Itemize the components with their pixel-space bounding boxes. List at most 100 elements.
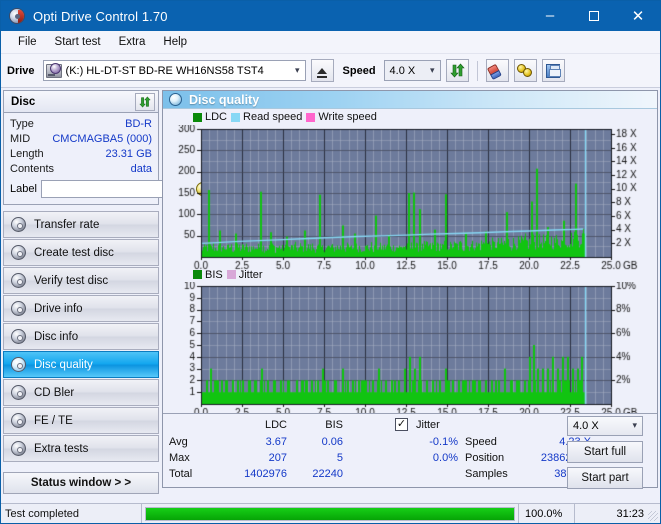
sidebar-item-label: CD Bler <box>34 386 75 399</box>
disc-icon <box>11 441 26 456</box>
minimize-button[interactable]: – <box>528 1 572 31</box>
checkmark-icon: ✓ <box>396 417 407 430</box>
legend-entry-jitter: Jitter <box>226 268 263 281</box>
stats-jitter-max: 0.0% <box>432 451 458 464</box>
sidebar-item-disc-quality[interactable]: Disc quality <box>3 351 159 378</box>
chevron-down-icon: ▾ <box>295 65 300 75</box>
sidebar-item-disc-info[interactable]: Disc info <box>3 323 159 350</box>
disc-label-row: Label <box>10 179 211 199</box>
chevron-down-icon: ▾ <box>632 420 637 431</box>
sidebar-item-label: FE / TE <box>34 414 73 427</box>
refresh-button[interactable] <box>445 59 469 82</box>
menu-extra[interactable]: Extra <box>110 33 155 51</box>
legend-label-jitter: Jitter <box>238 268 263 281</box>
jitter-checkbox[interactable]: ✓ <box>395 417 408 431</box>
legend-label-read-speed: Read speed <box>243 111 303 124</box>
sidebar-item-cd-bler[interactable]: CD Bler <box>3 379 159 406</box>
menu-start-test[interactable]: Start test <box>46 33 110 51</box>
progress-fill <box>146 507 514 520</box>
ldc-chart-legend: LDC Read speed Write speed <box>193 111 377 123</box>
floppy-save-icon <box>546 63 562 78</box>
disc-icon <box>11 385 26 400</box>
disc-contents-label: Contents <box>10 162 55 175</box>
toolbar-separator <box>476 60 478 81</box>
start-part-button[interactable]: Start part <box>567 466 643 489</box>
main-body: Disc Type BD-R MID CMCMAGBA5 (000) Lengt… <box>1 88 660 494</box>
toolbar: Drive (K:) HL-DT-ST BD-RE WH16NS58 TST4 … <box>1 54 660 88</box>
disc-icon <box>11 357 26 372</box>
sidebar-item-verify-test-disc[interactable]: Verify test disc <box>3 267 159 294</box>
sidebar-item-transfer-rate[interactable]: Transfer rate <box>3 211 159 238</box>
erase-button[interactable] <box>485 59 509 82</box>
legend-swatch-read-speed <box>231 112 241 122</box>
sidebar-item-label: Transfer rate <box>34 218 100 231</box>
disc-mid-value: CMCMAGBA5 (000) <box>52 132 152 145</box>
refresh-icon <box>449 63 465 78</box>
legend-entry-write-speed: Write speed <box>306 111 377 123</box>
disc-icon <box>11 217 26 232</box>
status-window-button[interactable]: Status window > > <box>3 472 159 494</box>
disc-icon <box>11 301 26 316</box>
disc-icon <box>11 273 26 288</box>
stats-speed-label: Speed <box>465 435 497 448</box>
test-speed-select[interactable]: 4.0 X ▾ <box>567 415 643 436</box>
disc-info-box: Disc Type BD-R MID CMCMAGBA5 (000) Lengt… <box>3 90 211 205</box>
stats-row-avg: Avg <box>169 435 188 448</box>
bitsetting-button[interactable] <box>513 59 537 82</box>
legend-swatch-write-speed <box>306 112 316 122</box>
page-title: Disc quality <box>189 92 260 107</box>
stats-samples-label: Samples <box>465 467 508 480</box>
save-button[interactable] <box>541 59 565 82</box>
drive-select-value: (K:) HL-DT-ST BD-RE WH16NS58 TST4 <box>65 64 264 77</box>
jitter-label: Jitter <box>416 418 440 431</box>
sidebar-item-create-test-disc[interactable]: Create test disc <box>3 239 159 266</box>
menu-bar: File Start test Extra Help <box>1 31 660 54</box>
disc-icon <box>11 413 26 428</box>
legend-swatch-jitter <box>226 270 236 280</box>
start-full-button[interactable]: Start full <box>567 440 643 463</box>
bis-chart-canvas <box>163 281 652 422</box>
progress-bar <box>145 506 515 521</box>
disc-icon <box>11 329 26 344</box>
window-title: Opti Drive Control 1.70 <box>33 8 168 24</box>
sidebar-item-drive-info[interactable]: Drive info <box>3 295 159 322</box>
refresh-icon <box>139 95 151 108</box>
bis-chart-legend: BIS Jitter <box>193 269 263 281</box>
stats-col-bis: BIS <box>325 418 343 431</box>
menu-file[interactable]: File <box>9 33 46 51</box>
resize-grip[interactable] <box>648 511 658 521</box>
eject-button[interactable] <box>310 59 334 82</box>
stats-position-label: Position <box>465 451 505 464</box>
speed-select[interactable]: 4.0 X ▾ <box>383 60 441 81</box>
stats-bis-total: 22240 <box>312 467 343 480</box>
chevron-down-icon: ▾ <box>430 65 435 75</box>
close-button[interactable]: ✕ <box>616 1 660 31</box>
disc-box-header: Disc <box>4 91 158 113</box>
legend-label-ldc: LDC <box>205 111 228 124</box>
stats-bis-avg: 0.06 <box>321 435 343 448</box>
disc-contents-value: data <box>130 162 152 175</box>
drive-label: Drive <box>7 64 35 77</box>
disc-type-label: Type <box>10 117 34 130</box>
disc-refresh-button[interactable] <box>135 92 155 111</box>
sidebar-item-fe-te[interactable]: FE / TE <box>3 407 159 434</box>
legend-swatch-bis <box>193 270 202 280</box>
ldc-chart-canvas <box>163 125 652 276</box>
drive-select[interactable]: (K:) HL-DT-ST BD-RE WH16NS58 TST4 ▾ <box>42 60 306 81</box>
stats-ldc-max: 207 <box>268 451 287 464</box>
ldc-chart: LDC Read speed Write speed <box>163 109 657 276</box>
disc-box-title: Disc <box>11 95 36 108</box>
sidebar-item-label: Disc quality <box>34 358 93 371</box>
progress-cell <box>141 503 518 523</box>
disc-row-type: Type BD-R <box>10 116 152 131</box>
legend-entry-read-speed: Read speed <box>231 111 302 123</box>
title-bar: Opti Drive Control 1.70 – ✕ <box>1 1 660 31</box>
menu-help[interactable]: Help <box>154 33 196 51</box>
status-bar: Test completed 100.0% 31:23 <box>1 503 660 523</box>
gold-coins-icon <box>516 63 534 78</box>
stats-row-max: Max <box>169 451 190 464</box>
test-speed-value: 4.0 X <box>573 419 599 432</box>
stats-jitter-avg: -0.1% <box>429 435 458 448</box>
maximize-button[interactable] <box>572 1 616 31</box>
sidebar-item-extra-tests[interactable]: Extra tests <box>3 435 159 462</box>
